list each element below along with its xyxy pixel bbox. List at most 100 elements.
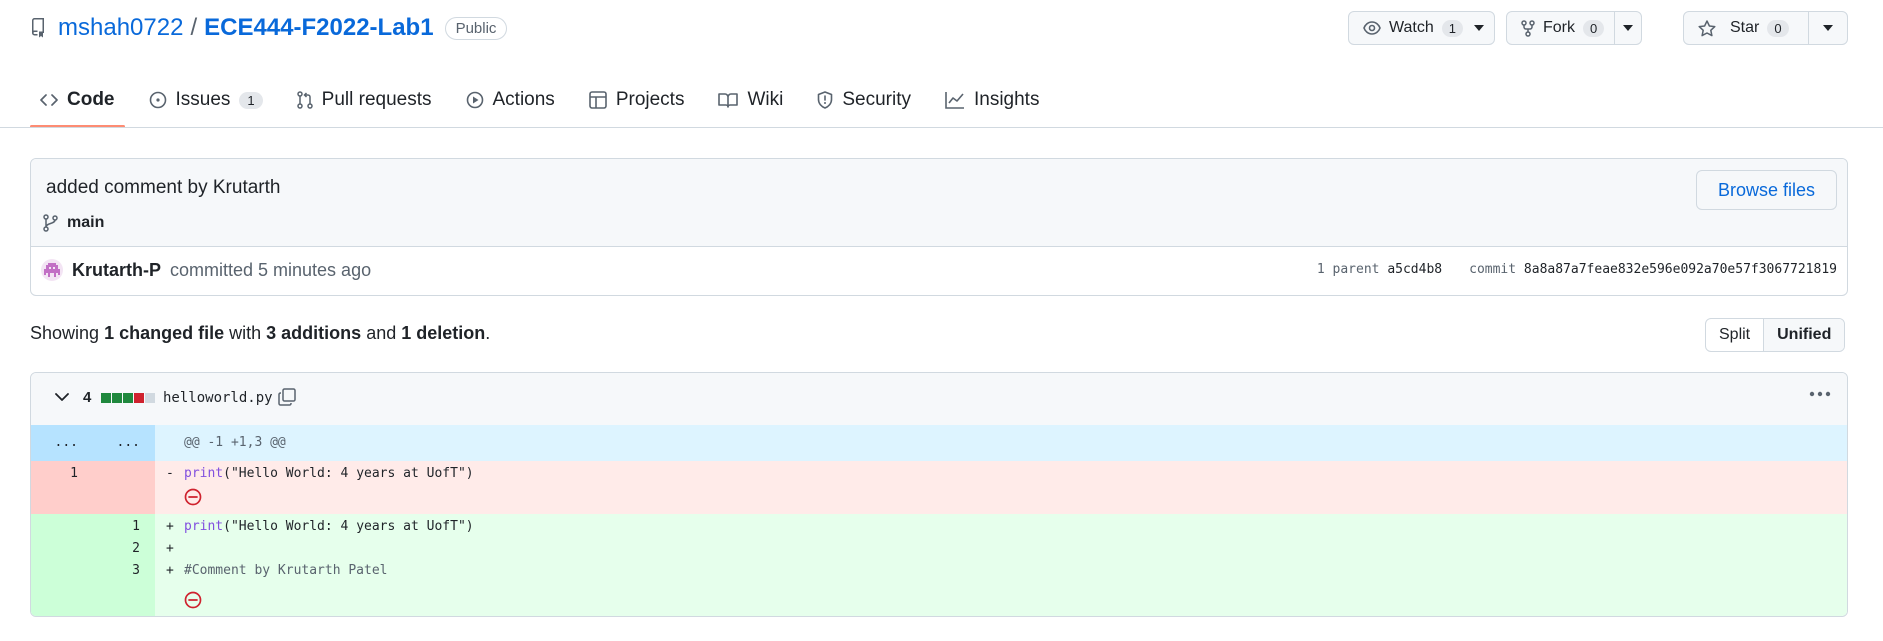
new-line-number[interactable]: 2: [93, 536, 155, 558]
diffstat-square: [134, 393, 144, 403]
fork-dropdown-button[interactable]: [1614, 12, 1641, 44]
code-rest: ("Hello World: 4 years at UofT"): [223, 519, 474, 534]
diff-line-addition: 2 +: [31, 536, 1847, 558]
summary-deletions: 1 deletion: [401, 323, 486, 343]
fork-button-group: Fork 0: [1506, 11, 1642, 45]
caret-down-icon: [1623, 25, 1634, 31]
new-line-number[interactable]: 1: [93, 514, 155, 536]
code-text: #Comment by Krutarth Patel: [184, 563, 388, 578]
graph-icon: [945, 91, 965, 109]
fork-label: Fork: [1543, 19, 1575, 36]
play-icon: [466, 91, 484, 109]
tab-security[interactable]: Security: [807, 78, 921, 122]
no-newline-icon: [184, 488, 202, 506]
tab-actions[interactable]: Actions: [456, 78, 565, 122]
diff-sign: +: [166, 519, 174, 534]
visibility-badge: Public: [444, 16, 508, 40]
watch-count: 1: [1441, 19, 1463, 37]
repo-forked-icon: [1521, 19, 1535, 37]
chevron-down-icon[interactable]: [55, 393, 69, 402]
diff-sign: +: [166, 541, 174, 556]
diff-line-deletion: 1 - print("Hello World: 4 years at UofT"…: [31, 461, 1847, 514]
star-button[interactable]: Star 0: [1684, 12, 1808, 44]
code-rest: #Comment by Krutarth Patel: [184, 563, 388, 578]
watch-button-group: Watch 1: [1348, 11, 1495, 45]
star-count: 0: [1767, 19, 1789, 37]
old-line-number: [31, 514, 93, 536]
diffstat-square: [112, 393, 122, 403]
repo-separator: /: [190, 14, 198, 41]
split-view-button[interactable]: Split: [1706, 319, 1763, 351]
repo-title: mshah0722 / ECE444-F2022-Lab1 Public: [30, 12, 508, 44]
commit-time-text: committed 5 minutes ago: [170, 259, 372, 280]
code-icon: [40, 93, 58, 107]
tabs-divider: [0, 127, 1883, 128]
line-code: - print("Hello World: 4 years at UofT"): [156, 461, 1847, 514]
commit-author-link[interactable]: Krutarth-P: [72, 260, 161, 281]
code-keyword: print: [184, 519, 224, 534]
watch-label: Watch: [1389, 19, 1434, 36]
tab-code[interactable]: Code: [30, 78, 125, 128]
fork-count: 0: [1583, 19, 1605, 37]
old-line-number: [31, 536, 93, 558]
diff-sign: +: [166, 563, 174, 578]
repo-owner-link[interactable]: mshah0722: [58, 14, 183, 42]
line-code: +: [156, 536, 1847, 558]
hunk-expand-new[interactable]: ...: [93, 425, 155, 461]
tab-label: Insights: [973, 89, 1040, 110]
branch-link[interactable]: main: [43, 214, 104, 232]
summary-and: and: [366, 323, 397, 343]
diff-summary: Showing 1 changed file with 3 additions …: [30, 323, 490, 344]
old-line-number: [31, 558, 93, 616]
file-header: 4 helloworld.py: [31, 373, 1847, 426]
hunk-expand-old[interactable]: ...: [31, 425, 93, 461]
code-keyword: print: [184, 466, 224, 481]
line-number: 3: [132, 563, 140, 578]
star-dropdown-button[interactable]: [1808, 12, 1847, 44]
tab-label: Pull requests: [321, 89, 432, 110]
caret-down-icon: [1823, 25, 1833, 31]
caret-down-icon: [1474, 25, 1484, 31]
repo-name-link[interactable]: ECE444-F2022-Lab1: [204, 14, 433, 42]
code-rest: ("Hello World: 4 years at UofT"): [223, 466, 474, 481]
hunk-header-row: ... ... @@ -1 +1,3 @@: [31, 425, 1847, 461]
table-icon: [589, 91, 607, 109]
new-line-number: [93, 461, 155, 514]
line-code: + print("Hello World: 4 years at UofT"): [156, 514, 1847, 536]
browse-files-button[interactable]: Browse files: [1695, 170, 1837, 210]
tab-label: Issues: [175, 89, 231, 110]
unified-view-button[interactable]: Unified: [1763, 319, 1845, 351]
watch-button[interactable]: Watch 1: [1349, 12, 1464, 44]
watch-dropdown-button[interactable]: [1464, 12, 1494, 44]
code-text: print("Hello World: 4 years at UofT"): [184, 519, 474, 534]
tab-wiki[interactable]: Wiki: [708, 78, 793, 122]
star-icon: [1698, 19, 1716, 37]
line-number: ...: [54, 435, 78, 450]
diffstat-square: [101, 393, 111, 403]
avatar[interactable]: [41, 259, 63, 281]
line-number: 2: [132, 541, 140, 556]
old-line-number[interactable]: 1: [31, 461, 93, 514]
commit-sha: 8a8a87a7feae832e596e092a70e57f3067721819: [1523, 262, 1837, 277]
tab-insights[interactable]: Insights: [935, 78, 1049, 122]
tab-label: Code: [67, 89, 115, 110]
file-name[interactable]: helloworld.py: [163, 390, 273, 406]
commit-ids: 1 parent a5cd4b8 commit 8a8a87a7feae832e…: [1317, 262, 1837, 277]
fork-button[interactable]: Fork 0: [1507, 12, 1614, 44]
hunk-header-text: @@ -1 +1,3 @@: [184, 435, 286, 450]
tab-label: Security: [842, 89, 911, 110]
code-text: print("Hello World: 4 years at UofT"): [184, 466, 474, 481]
tab-pull-requests[interactable]: Pull requests: [287, 78, 442, 122]
summary-end: .: [485, 323, 491, 343]
diff-file: 4 helloworld.py ... ... @@ -1 +1,3 @@ 1 …: [30, 372, 1848, 617]
tab-issues[interactable]: Issues 1: [139, 78, 273, 122]
commit-title-area: added comment by Krutarth main Browse fi…: [31, 159, 1847, 247]
parent-sha-link[interactable]: a5cd4b8: [1387, 262, 1442, 277]
kebab-horizontal-icon[interactable]: [1809, 391, 1831, 397]
copy-icon[interactable]: [278, 388, 296, 406]
new-line-number[interactable]: 3: [93, 558, 155, 616]
tab-projects[interactable]: Projects: [579, 78, 695, 122]
issues-count: 1: [239, 91, 263, 109]
shield-icon: [817, 91, 833, 109]
tab-label: Projects: [615, 89, 685, 110]
